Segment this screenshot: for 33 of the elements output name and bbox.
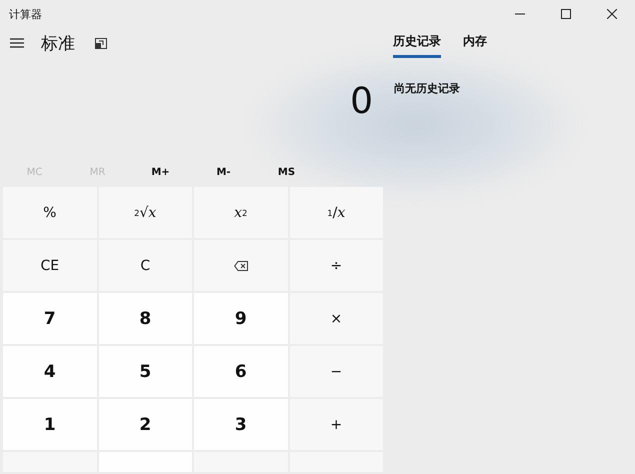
digit-button[interactable]: 1 (3, 399, 96, 450)
operator-button[interactable]: − (290, 346, 383, 397)
operator-button[interactable]: + (290, 399, 383, 450)
tab[interactable]: 历史记录 (393, 33, 441, 58)
tab[interactable]: 内存 (463, 33, 487, 58)
memory-button[interactable]: MS (255, 165, 318, 180)
operator-button[interactable]: ÷ (290, 240, 383, 291)
operator-button[interactable]: $^{2}$√x (98, 187, 192, 238)
backspace-icon (234, 260, 248, 270)
digit-button[interactable]: 4 (3, 346, 96, 397)
keep-on-top-icon[interactable] (95, 38, 107, 48)
memory-button[interactable]: M- (192, 165, 255, 180)
digit-button[interactable]: 3 (194, 399, 288, 450)
operator-button[interactable]: $^{1}$/x (290, 187, 383, 238)
operator-button[interactable]: CE (3, 240, 96, 291)
close-icon[interactable] (607, 9, 617, 19)
menu-icon[interactable] (10, 38, 24, 48)
operator-button[interactable]: C (98, 240, 192, 291)
empty-history-text: 尚无历史记录 (394, 81, 461, 96)
operator-button[interactable]: % (3, 187, 96, 238)
digit-button[interactable]: 7 (3, 293, 96, 344)
maximize-icon[interactable] (561, 9, 571, 19)
display-value: 0 (350, 82, 373, 122)
digit-button[interactable]: 6 (194, 346, 288, 397)
operator-button[interactable]: × (290, 293, 383, 344)
digit-button[interactable]: 5 (98, 346, 192, 397)
window-title: 计算器 (9, 6, 42, 22)
digit-button[interactable]: 2 (98, 399, 192, 450)
mode-title: 标准 (41, 32, 75, 54)
operator-button[interactable]: x$^{2}$ (194, 187, 288, 238)
digit-button[interactable]: 8 (98, 293, 192, 344)
digit-button[interactable]: 9 (194, 293, 288, 344)
memory-button[interactable]: M+ (129, 165, 192, 180)
